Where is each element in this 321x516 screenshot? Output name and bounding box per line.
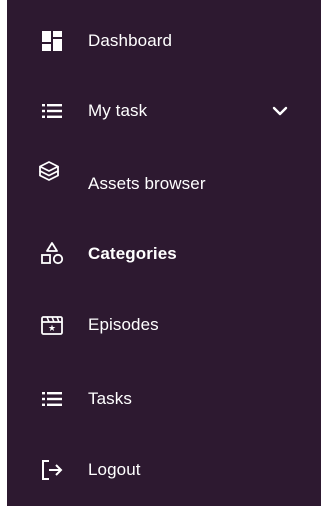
sidebar-item-label: Categories <box>88 244 177 263</box>
chevron-down-icon[interactable] <box>271 102 289 120</box>
sidebar-item-label: Tasks <box>88 389 132 408</box>
sidebar-item-tasks[interactable]: Tasks <box>7 374 321 424</box>
list-icon <box>40 387 64 411</box>
sidebar-item-label: Episodes <box>88 315 159 334</box>
sidebar-item-my-task[interactable]: My task <box>7 86 321 136</box>
sidebar-item-label: My task <box>88 101 148 120</box>
sidebar-item-categories[interactable]: Categories <box>7 229 321 279</box>
sidebar-item-dashboard[interactable]: Dashboard <box>7 16 321 66</box>
cube-icon <box>37 159 61 183</box>
clapperboard-icon <box>40 313 64 337</box>
categories-icon <box>40 242 64 266</box>
sidebar-item-label: Assets browser <box>88 174 206 193</box>
list-icon <box>40 99 64 123</box>
dashboard-icon <box>40 29 64 53</box>
sidebar-item-label: Dashboard <box>88 31 173 50</box>
sidebar-item-logout[interactable]: Logout <box>7 445 321 495</box>
sidebar-item-assets-browser[interactable]: Assets browser <box>7 157 321 207</box>
sidebar: Dashboard My task Assets browser Categor… <box>7 0 321 506</box>
logout-icon <box>40 458 64 482</box>
sidebar-item-label: Logout <box>88 460 141 479</box>
sidebar-item-episodes[interactable]: Episodes <box>7 300 321 350</box>
